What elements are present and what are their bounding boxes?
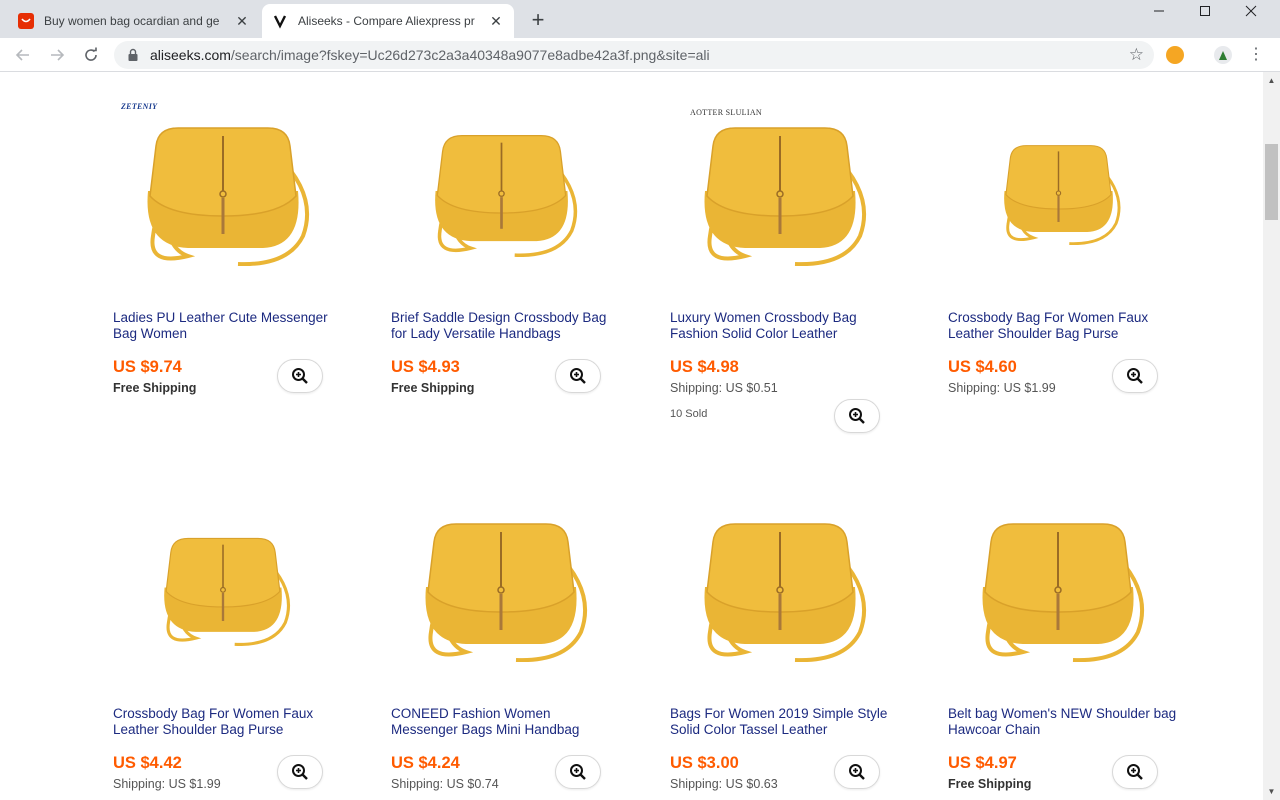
url-host: aliseeks.com: [150, 47, 231, 63]
shipping-info: Shipping: US $0.74: [391, 777, 499, 791]
menu-icon[interactable]: ⋮: [1248, 45, 1264, 65]
profile-avatar[interactable]: [1214, 46, 1232, 64]
address-bar[interactable]: aliseeks.com/search/image?fskey=Uc26d273…: [114, 41, 1154, 69]
zoom-button[interactable]: [1112, 359, 1158, 393]
product-title-link[interactable]: Brief Saddle Design Crossbody Bag for La…: [391, 310, 621, 341]
scroll-down-icon[interactable]: ▼: [1263, 783, 1280, 800]
results-grid: ZETENIY Ladies PU Leather Cute Messenger …: [0, 72, 1263, 800]
shipping-info: Shipping: US $0.51: [670, 381, 778, 395]
url-text: aliseeks.com/search/image?fskey=Uc26d273…: [150, 47, 710, 63]
zoom-in-icon: [292, 368, 308, 384]
zoom-in-icon: [1127, 764, 1143, 780]
product-price: US $4.93: [391, 358, 460, 376]
tab-aliseeks[interactable]: Aliseeks - Compare Aliexpress pr ✕: [262, 4, 514, 38]
back-icon[interactable]: [10, 42, 36, 68]
close-tab-icon[interactable]: ✕: [488, 13, 504, 29]
product-card: Brief Saddle Design Crossbody Bag for La…: [391, 96, 641, 426]
handbag-image: [704, 127, 867, 266]
brand-logo-text: ZETENIY: [121, 102, 158, 111]
product-image-link[interactable]: [670, 96, 890, 286]
handbag-image: [982, 523, 1145, 662]
product-card: CONEED Fashion Women Messenger Bags Mini…: [391, 492, 641, 800]
zoom-button[interactable]: [834, 399, 880, 433]
sold-count: 10 Sold: [670, 408, 708, 420]
product-image-link[interactable]: [948, 96, 1168, 286]
zoom-button[interactable]: [555, 359, 601, 393]
shipping-info: Free Shipping: [948, 777, 1032, 791]
shipping-info: Shipping: US $1.99: [948, 381, 1056, 395]
product-price: US $4.42: [113, 754, 182, 772]
zoom-in-icon: [292, 764, 308, 780]
product-price: US $4.24: [391, 754, 460, 772]
bookmark-star-icon[interactable]: ☆: [1129, 46, 1144, 64]
product-image-link[interactable]: [391, 492, 611, 682]
product-title-link[interactable]: Belt bag Women's NEW Shoulder bag Hawcoa…: [948, 706, 1178, 737]
minimize-icon[interactable]: [1136, 0, 1182, 22]
product-image-link[interactable]: [391, 96, 611, 286]
product-card: Belt bag Women's NEW Shoulder bag Hawcoa…: [948, 492, 1198, 800]
product-card: Crossbody Bag For Women Faux Leather Sho…: [948, 96, 1198, 426]
shipping-info: Shipping: US $1.99: [113, 777, 221, 791]
tab-strip: Buy women bag ocardian and ge ✕ Aliseeks…: [0, 0, 1280, 38]
zoom-button[interactable]: [555, 755, 601, 789]
aliseeks-icon: [272, 13, 288, 29]
product-image-link[interactable]: [948, 492, 1168, 682]
scroll-up-icon[interactable]: ▲: [1263, 72, 1280, 89]
handbag-image: [1003, 145, 1120, 245]
tab-aliexpress[interactable]: Buy women bag ocardian and ge ✕: [8, 4, 260, 38]
product-title-link[interactable]: Crossbody Bag For Women Faux Leather Sho…: [113, 706, 343, 737]
lock-icon: [126, 48, 140, 62]
aliexpress-icon: [18, 13, 34, 29]
product-image-link[interactable]: [113, 96, 333, 286]
tab-title: Aliseeks - Compare Aliexpress pr: [298, 14, 475, 28]
product-title-link[interactable]: Luxury Women Crossbody Bag Fashion Solid…: [670, 310, 900, 341]
product-price: US $4.98: [670, 358, 739, 376]
new-tab-button[interactable]: +: [526, 9, 550, 33]
forward-icon[interactable]: [44, 42, 70, 68]
extension-icon[interactable]: [1166, 46, 1184, 64]
close-window-icon[interactable]: [1228, 0, 1274, 22]
product-title-link[interactable]: Ladies PU Leather Cute Messenger Bag Wom…: [113, 310, 343, 341]
zoom-in-icon: [849, 764, 865, 780]
zoom-in-icon: [570, 764, 586, 780]
url-path: /search/image?fskey=Uc26d273c2a3a40348a9…: [230, 47, 710, 63]
product-card: AOTTER SLULIAN Luxury Women Crossbody Bag…: [670, 96, 920, 433]
scrollbar-thumb[interactable]: [1265, 144, 1278, 220]
zoom-button[interactable]: [1112, 755, 1158, 789]
product-image-link[interactable]: [670, 492, 890, 682]
close-tab-icon[interactable]: ✕: [234, 13, 250, 29]
reload-icon[interactable]: [78, 42, 104, 68]
brand-logo-text: AOTTER SLULIAN: [690, 108, 762, 117]
handbag-image: [425, 523, 588, 662]
product-card: Crossbody Bag For Women Faux Leather Sho…: [113, 492, 363, 800]
product-card: ZETENIY Ladies PU Leather Cute Messenger …: [113, 96, 363, 426]
product-price: US $4.97: [948, 754, 1017, 772]
product-image-link[interactable]: [113, 492, 333, 682]
zoom-in-icon: [1127, 368, 1143, 384]
product-title-link[interactable]: Crossbody Bag For Women Faux Leather Sho…: [948, 310, 1178, 341]
shipping-info: Free Shipping: [391, 381, 475, 395]
browser-toolbar: aliseeks.com/search/image?fskey=Uc26d273…: [0, 38, 1280, 72]
handbag-image: [164, 537, 290, 646]
shipping-info: Shipping: US $0.63: [670, 777, 778, 791]
product-price: US $4.60: [948, 358, 1017, 376]
handbag-image: [147, 127, 310, 266]
product-card: Bags For Women 2019 Simple Style Solid C…: [670, 492, 920, 800]
product-title-link[interactable]: CONEED Fashion Women Messenger Bags Mini…: [391, 706, 621, 737]
handbag-image: [434, 134, 577, 257]
shipping-info: Free Shipping: [113, 381, 197, 395]
zoom-in-icon: [849, 408, 865, 424]
tab-title: Buy women bag ocardian and ge: [44, 14, 220, 28]
maximize-icon[interactable]: [1182, 0, 1228, 22]
zoom-button[interactable]: [277, 359, 323, 393]
product-price: US $3.00: [670, 754, 739, 772]
zoom-in-icon: [570, 368, 586, 384]
product-price: US $9.74: [113, 358, 182, 376]
product-title-link[interactable]: Bags For Women 2019 Simple Style Solid C…: [670, 706, 900, 737]
handbag-image: [704, 523, 867, 662]
zoom-button[interactable]: [834, 755, 880, 789]
zoom-button[interactable]: [277, 755, 323, 789]
